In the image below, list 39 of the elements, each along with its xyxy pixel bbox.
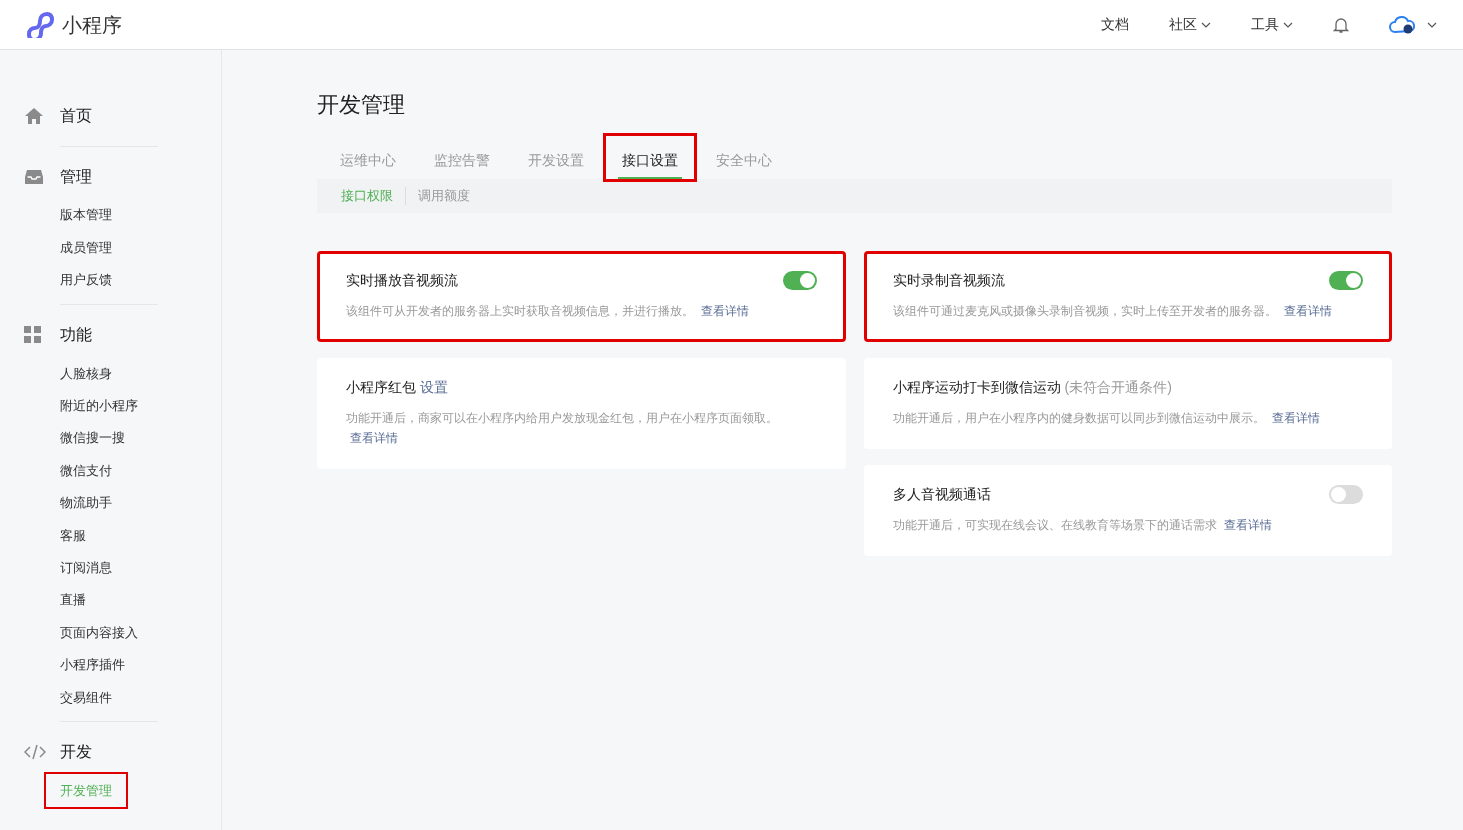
sidebar-section[interactable]: 功能 bbox=[60, 323, 92, 348]
feature-description: 功能开通后，商家可以在小程序内给用户发放现金红包，用户在小程序页面领取。 查看详情 bbox=[346, 410, 779, 447]
chevron-down-icon bbox=[1283, 21, 1293, 28]
chevron-down-icon bbox=[1427, 21, 1437, 28]
details-link[interactable]: 查看详情 bbox=[701, 304, 750, 318]
settings-link[interactable]: 设置 bbox=[420, 377, 448, 398]
details-link[interactable]: 查看详情 bbox=[1283, 304, 1332, 318]
grid-icon bbox=[24, 326, 42, 345]
details-link[interactable]: 查看详情 bbox=[350, 431, 398, 445]
feature-title: 小程序红包 bbox=[346, 378, 416, 397]
logo-text: 小程序 bbox=[62, 12, 122, 38]
feature-title: 实时播放音视频流 bbox=[346, 271, 458, 290]
cloud-icon[interactable] bbox=[1389, 14, 1415, 35]
sidebar-section[interactable]: 首页 bbox=[60, 104, 92, 128]
page-title: 开发管理 bbox=[317, 91, 406, 119]
feature-title: 实时录制音视频流 bbox=[892, 271, 1005, 290]
details-link[interactable]: 查看详情 bbox=[1223, 518, 1272, 532]
toggle-switch[interactable] bbox=[1329, 271, 1363, 290]
feature-description: 该组件可通过麦克风或摄像头录制音视频，实时上传至开发者的服务器。 查看详情 bbox=[892, 303, 1333, 320]
nav-link[interactable]: 工具 bbox=[1251, 14, 1293, 35]
code-icon bbox=[24, 744, 46, 761]
feature-note: (未符合开通条件) bbox=[1064, 378, 1172, 397]
nav-link[interactable]: 社区 bbox=[1169, 14, 1211, 35]
chevron-down-icon bbox=[1201, 21, 1211, 28]
nav-link[interactable]: 文档 bbox=[1101, 14, 1129, 35]
inbox-icon bbox=[24, 169, 44, 185]
sidebar-section[interactable]: 开发 bbox=[60, 740, 92, 765]
details-link[interactable]: 查看详情 bbox=[1271, 411, 1320, 425]
home-icon bbox=[24, 107, 44, 125]
feature-title: 小程序运动打卡到微信运动 bbox=[892, 378, 1061, 397]
feature-title: 多人音视频通话 bbox=[892, 485, 991, 504]
sidebar-section[interactable]: 管理 bbox=[60, 165, 92, 189]
logo-icon bbox=[26, 11, 54, 38]
feature-description: 功能开通后，用户在小程序内的健身数据可以同步到微信运动中展示。 查看详情 bbox=[892, 410, 1321, 427]
toggle-switch[interactable] bbox=[1329, 485, 1363, 504]
feature-description: 功能开通后，可实现在线会议、在线教育等场景下的通话需求 查看详情 bbox=[892, 517, 1273, 534]
feature-description: 该组件可从开发者的服务器上实时获取音视频信息，并进行播放。 查看详情 bbox=[346, 303, 751, 320]
toggle-switch[interactable] bbox=[782, 271, 817, 290]
bell-icon[interactable] bbox=[1333, 15, 1349, 34]
